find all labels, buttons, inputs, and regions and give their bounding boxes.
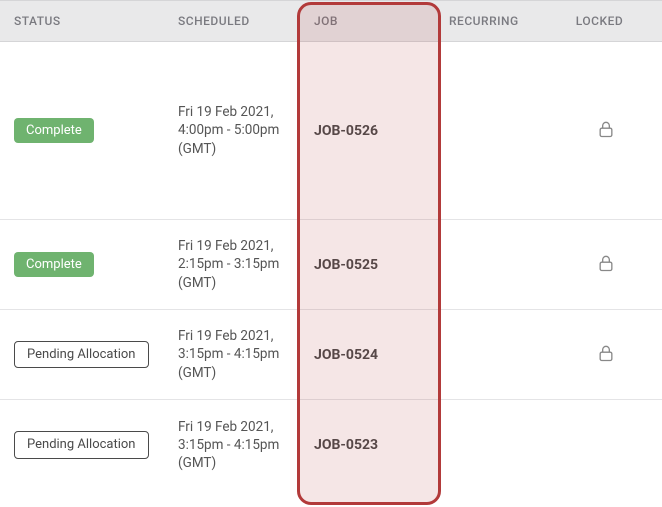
status-badge: Pending Allocation (14, 341, 149, 369)
status-badge: Pending Allocation (14, 431, 149, 459)
status-cell: Complete (0, 240, 170, 290)
job-id[interactable]: JOB-0524 (314, 347, 378, 363)
scheduled-text: Fri 19 Feb 2021, 4:00pm - 5:00pm (GMT) (178, 103, 290, 158)
recurring-cell (441, 433, 549, 457)
lock-icon (596, 352, 616, 368)
scheduled-cell: Fri 19 Feb 2021, 3:15pm - 4:15pm (GMT) (170, 406, 298, 485)
job-cell: JOB-0524 (298, 335, 441, 375)
table-header-row: STATUS SCHEDULED JOB RECURRING LOCKED (0, 0, 662, 42)
lock-icon (596, 262, 616, 278)
job-id[interactable]: JOB-0526 (314, 123, 378, 139)
locked-cell (549, 433, 662, 457)
header-status[interactable]: STATUS (0, 14, 170, 28)
scheduled-text: Fri 19 Feb 2021, 2:15pm - 3:15pm (GMT) (178, 237, 290, 292)
locked-cell (549, 240, 662, 290)
header-job[interactable]: JOB (298, 14, 441, 28)
table-row[interactable]: Complete Fri 19 Feb 2021, 4:00pm - 5:00p… (0, 42, 662, 220)
lock-icon (596, 128, 616, 144)
status-badge: Complete (14, 118, 94, 144)
table-row[interactable]: Pending Allocation Fri 19 Feb 2021, 3:15… (0, 310, 662, 400)
header-locked[interactable]: LOCKED (549, 14, 662, 28)
scheduled-text: Fri 19 Feb 2021, 3:15pm - 4:15pm (GMT) (178, 327, 290, 382)
job-id[interactable]: JOB-0525 (314, 257, 378, 273)
recurring-cell (441, 253, 549, 277)
recurring-cell (441, 343, 549, 367)
header-recurring[interactable]: RECURRING (441, 14, 549, 28)
scheduled-cell: Fri 19 Feb 2021, 3:15pm - 4:15pm (GMT) (170, 315, 298, 394)
job-cell: JOB-0525 (298, 245, 441, 285)
job-id[interactable]: JOB-0523 (314, 437, 378, 453)
status-badge: Complete (14, 252, 94, 278)
table-row[interactable]: Pending Allocation Fri 19 Feb 2021, 3:15… (0, 400, 662, 490)
recurring-cell (441, 119, 549, 143)
scheduled-cell: Fri 19 Feb 2021, 2:15pm - 3:15pm (GMT) (170, 225, 298, 304)
job-cell: JOB-0526 (298, 111, 441, 151)
status-cell: Pending Allocation (0, 419, 170, 471)
scheduled-text: Fri 19 Feb 2021, 3:15pm - 4:15pm (GMT) (178, 418, 290, 473)
locked-cell (549, 330, 662, 380)
status-cell: Pending Allocation (0, 329, 170, 381)
table-row[interactable]: Complete Fri 19 Feb 2021, 2:15pm - 3:15p… (0, 220, 662, 310)
header-scheduled[interactable]: SCHEDULED (170, 14, 298, 28)
status-cell: Complete (0, 106, 170, 156)
scheduled-cell: Fri 19 Feb 2021, 4:00pm - 5:00pm (GMT) (170, 91, 298, 170)
locked-cell (549, 106, 662, 156)
jobs-table: STATUS SCHEDULED JOB RECURRING LOCKED Co… (0, 0, 662, 490)
job-cell: JOB-0523 (298, 425, 441, 465)
